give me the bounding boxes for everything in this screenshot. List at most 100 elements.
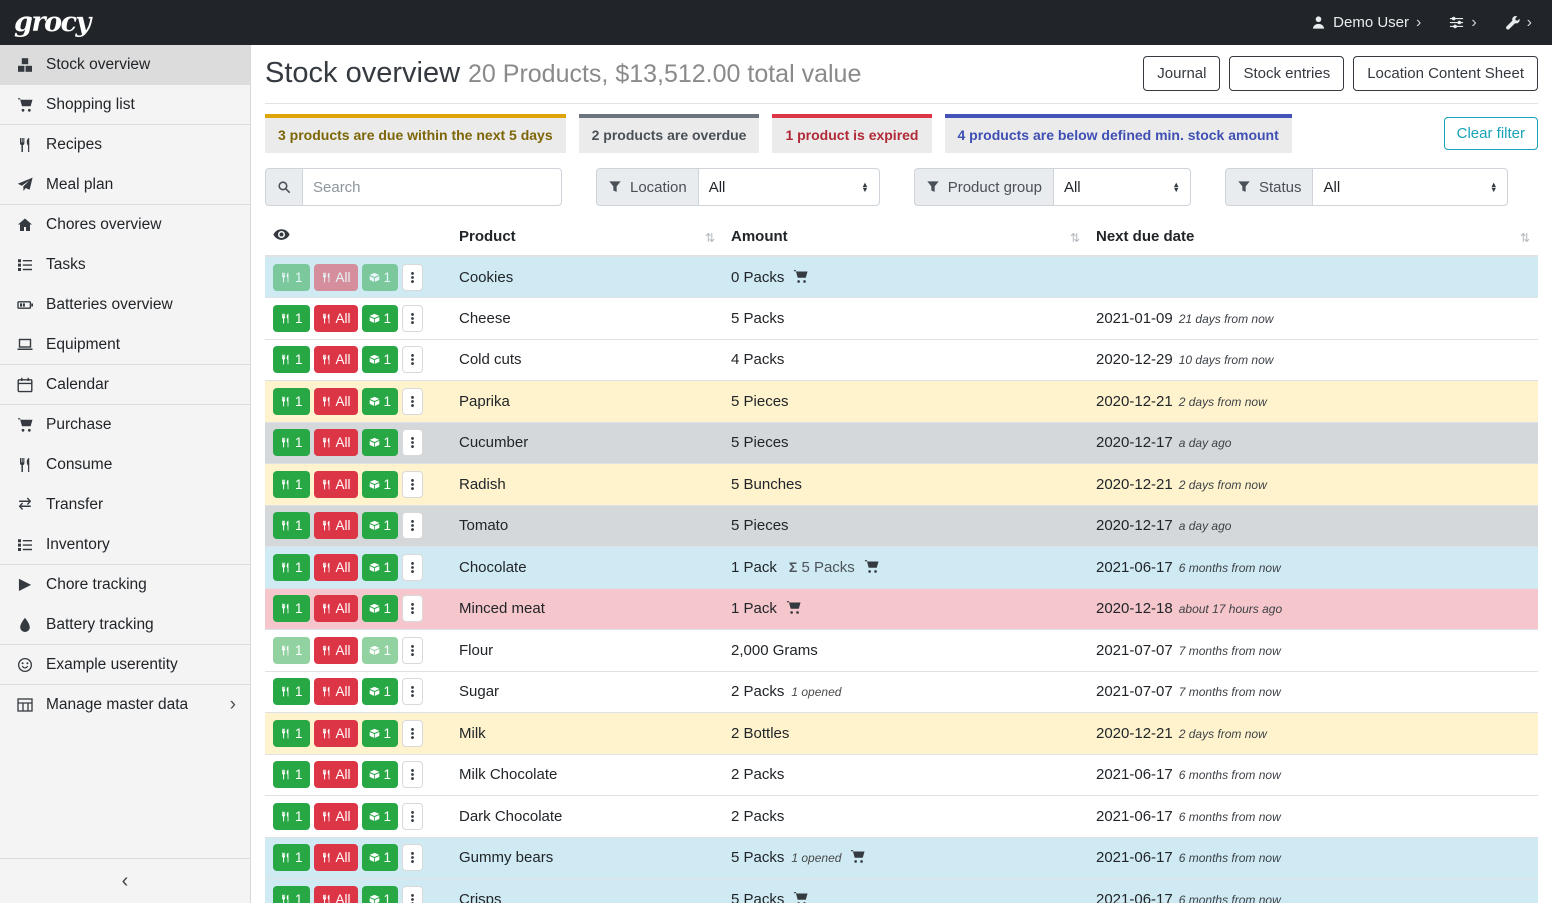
consume-all-button[interactable]: All <box>314 678 358 705</box>
location-filter-select[interactable]: All ▲▼ <box>698 168 880 206</box>
consume-all-button[interactable]: All <box>314 471 358 498</box>
consume-one-button[interactable]: 1 <box>273 761 310 788</box>
location-content-sheet-button[interactable]: Location Content Sheet <box>1353 56 1538 91</box>
sidebar-item-calendar[interactable]: Calendar <box>0 365 250 405</box>
banner-overdue[interactable]: 2 products are overdue <box>579 114 760 153</box>
consume-all-button[interactable]: All <box>314 305 358 332</box>
open-one-button[interactable]: 1 <box>362 595 399 622</box>
product-name[interactable]: Cucumber <box>459 434 528 451</box>
consume-one-button[interactable]: 1 <box>273 471 310 498</box>
row-menu-button[interactable] <box>402 844 423 871</box>
row-menu-button[interactable] <box>402 471 423 498</box>
row-menu-button[interactable] <box>402 803 423 830</box>
consume-all-button[interactable]: All <box>314 554 358 581</box>
open-one-button[interactable]: 1 <box>362 678 399 705</box>
row-menu-button[interactable] <box>402 637 423 664</box>
sidebar-item-tasks[interactable]: Tasks <box>0 245 250 285</box>
consume-all-button[interactable]: All <box>314 886 358 903</box>
row-menu-button[interactable] <box>402 388 423 415</box>
row-menu-button[interactable] <box>402 761 423 788</box>
product-name[interactable]: Sugar <box>459 683 499 700</box>
product-name[interactable]: Cold cuts <box>459 351 522 368</box>
sidebar-item-chores-overview[interactable]: Chores overview <box>0 205 250 245</box>
consume-one-button[interactable]: 1 <box>273 554 310 581</box>
product-group-filter-select[interactable]: All ▲▼ <box>1053 168 1191 206</box>
product-name[interactable]: Tomato <box>459 517 508 534</box>
consume-one-button[interactable]: 1 <box>273 678 310 705</box>
product-name[interactable]: Paprika <box>459 393 510 410</box>
admin-menu[interactable]: › <box>1505 14 1532 32</box>
open-one-button[interactable]: 1 <box>362 803 399 830</box>
product-name[interactable]: Cookies <box>459 269 513 286</box>
sidebar-item-manage-master-data[interactable]: Manage master data› <box>0 685 250 725</box>
consume-one-button[interactable]: 1 <box>273 844 310 871</box>
sidebar-item-inventory[interactable]: Inventory <box>0 525 250 565</box>
open-one-button[interactable]: 1 <box>362 637 399 664</box>
open-one-button[interactable]: 1 <box>362 886 399 903</box>
consume-all-button[interactable]: All <box>314 429 358 456</box>
consume-all-button[interactable]: All <box>314 388 358 415</box>
consume-all-button[interactable]: All <box>314 803 358 830</box>
sidebar-item-purchase[interactable]: Purchase <box>0 405 250 445</box>
row-menu-button[interactable] <box>402 305 423 332</box>
column-header-amount[interactable]: Amount ⇅ <box>723 219 1088 256</box>
sidebar-item-equipment[interactable]: Equipment <box>0 325 250 365</box>
open-one-button[interactable]: 1 <box>362 429 399 456</box>
sidebar-item-recipes[interactable]: Recipes <box>0 125 250 165</box>
user-menu[interactable]: Demo User › <box>1311 14 1421 32</box>
journal-button[interactable]: Journal <box>1143 56 1220 91</box>
settings-menu[interactable]: › <box>1449 14 1476 32</box>
row-menu-button[interactable] <box>402 720 423 747</box>
consume-all-button[interactable]: All <box>314 761 358 788</box>
sidebar-item-transfer[interactable]: ⇄Transfer <box>0 485 250 525</box>
consume-all-button[interactable]: All <box>314 844 358 871</box>
product-name[interactable]: Gummy bears <box>459 849 553 866</box>
product-name[interactable]: Radish <box>459 476 506 493</box>
consume-one-button[interactable]: 1 <box>273 886 310 903</box>
sidebar-item-batteries-overview[interactable]: Batteries overview <box>0 285 250 325</box>
sidebar-item-example-userentity[interactable]: Example userentity <box>0 645 250 685</box>
banner-below-min-stock[interactable]: 4 products are below defined min. stock … <box>945 114 1292 153</box>
consume-one-button[interactable]: 1 <box>273 637 310 664</box>
product-name[interactable]: Milk <box>459 725 486 742</box>
row-menu-button[interactable] <box>402 554 423 581</box>
open-one-button[interactable]: 1 <box>362 388 399 415</box>
consume-one-button[interactable]: 1 <box>273 512 310 539</box>
open-one-button[interactable]: 1 <box>362 844 399 871</box>
app-logo[interactable]: grocy <box>14 7 90 38</box>
row-menu-button[interactable] <box>402 886 423 903</box>
sidebar-collapse-button[interactable]: ‹ <box>0 858 250 903</box>
consume-all-button[interactable]: All <box>314 637 358 664</box>
consume-one-button[interactable]: 1 <box>273 803 310 830</box>
consume-one-button[interactable]: 1 <box>273 429 310 456</box>
consume-all-button[interactable]: All <box>314 512 358 539</box>
search-input[interactable] <box>302 168 562 206</box>
row-menu-button[interactable] <box>402 264 423 291</box>
sidebar-item-consume[interactable]: Consume <box>0 445 250 485</box>
product-name[interactable]: Minced meat <box>459 600 545 617</box>
status-filter-select[interactable]: All ▲▼ <box>1312 168 1508 206</box>
row-menu-button[interactable] <box>402 678 423 705</box>
open-one-button[interactable]: 1 <box>362 512 399 539</box>
product-name[interactable]: Flour <box>459 642 493 659</box>
open-one-button[interactable]: 1 <box>362 305 399 332</box>
sidebar-item-stock-overview[interactable]: Stock overview <box>0 45 250 85</box>
consume-one-button[interactable]: 1 <box>273 720 310 747</box>
product-name[interactable]: Chocolate <box>459 559 527 576</box>
open-one-button[interactable]: 1 <box>362 264 399 291</box>
row-menu-button[interactable] <box>402 346 423 373</box>
open-one-button[interactable]: 1 <box>362 346 399 373</box>
consume-all-button[interactable]: All <box>314 720 358 747</box>
consume-all-button[interactable]: All <box>314 595 358 622</box>
sidebar-item-shopping-list[interactable]: Shopping list <box>0 85 250 125</box>
banner-expired[interactable]: 1 product is expired <box>772 114 931 153</box>
column-header-next-due-date[interactable]: Next due date ⇅ <box>1088 219 1538 256</box>
product-name[interactable]: Crisps <box>459 891 502 903</box>
column-header-product[interactable]: Product ⇅ <box>451 219 723 256</box>
consume-all-button[interactable]: All <box>314 264 358 291</box>
sidebar-item-chore-tracking[interactable]: ▶Chore tracking <box>0 565 250 605</box>
row-menu-button[interactable] <box>402 512 423 539</box>
banner-due-soon[interactable]: 3 products are due within the next 5 day… <box>265 114 566 153</box>
consume-one-button[interactable]: 1 <box>273 595 310 622</box>
consume-one-button[interactable]: 1 <box>273 264 310 291</box>
